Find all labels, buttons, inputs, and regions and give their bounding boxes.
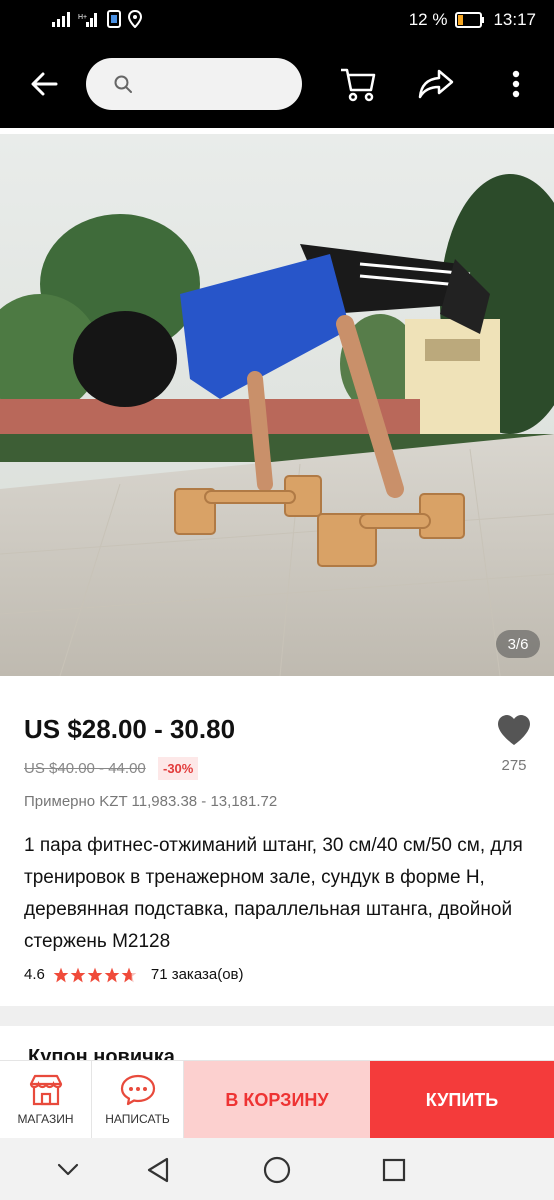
buy-now-button[interactable]: КУПИТЬ <box>370 1061 554 1139</box>
battery-percent: 12 % <box>408 10 448 29</box>
arrow-left-icon <box>31 72 58 96</box>
bottom-action-bar: МАГАЗИН НАПИСАТЬ В КОРЗИНУ КУПИТЬ <box>0 1060 554 1139</box>
approx-price: Примерно KZT 11,983.38 - 13,181.72 <box>24 793 278 810</box>
system-nav-bar <box>0 1138 554 1200</box>
more-button[interactable] <box>490 58 542 110</box>
share-icon <box>418 69 454 99</box>
product-price: US $28.00 - 30.80 <box>24 714 236 744</box>
nav-recents-button[interactable] <box>376 1152 412 1188</box>
section-divider <box>0 1006 554 1026</box>
status-icons-left: H+ <box>52 10 142 28</box>
nav-home-button[interactable] <box>259 1152 295 1188</box>
product-photo <box>0 134 554 676</box>
top-app-bar <box>0 42 554 128</box>
star-icon <box>104 967 120 982</box>
nav-collapse-button[interactable] <box>50 1152 86 1188</box>
square-recents-icon <box>382 1158 406 1182</box>
store-button[interactable]: МАГАЗИН <box>0 1061 92 1139</box>
status-icons-right: 12 % 13:17 <box>409 10 536 30</box>
message-label: НАПИСАТЬ <box>105 1112 170 1126</box>
discount-badge: -30% <box>158 757 199 780</box>
star-half-icon <box>121 967 137 982</box>
back-button[interactable] <box>18 58 70 110</box>
battery-icon <box>455 12 485 28</box>
clock: 13:17 <box>493 10 536 29</box>
chat-icon <box>120 1074 155 1106</box>
signal-icon <box>52 12 70 27</box>
cart-icon <box>341 68 376 102</box>
signal-4g-icon: H+ <box>78 13 97 27</box>
star-icon <box>70 967 86 982</box>
message-button[interactable]: НАПИСАТЬ <box>92 1061 184 1139</box>
rating-row[interactable]: 4.6 71 заказа(ов) <box>24 966 244 983</box>
store-icon <box>29 1074 62 1106</box>
status-bar: H+ 12 % 13:17 <box>0 0 554 42</box>
cart-button[interactable] <box>332 58 384 110</box>
rating-stars <box>53 967 137 983</box>
store-label: МАГАЗИН <box>17 1112 74 1126</box>
location-icon <box>128 10 142 28</box>
triangle-back-icon <box>147 1157 169 1183</box>
svg-text:H+: H+ <box>78 14 87 21</box>
rating-value: 4.6 <box>24 966 45 983</box>
chevron-down-icon <box>57 1163 79 1176</box>
add-to-cart-button[interactable]: В КОРЗИНУ <box>184 1061 370 1139</box>
image-counter: 3/6 <box>496 630 540 658</box>
star-icon <box>87 967 103 982</box>
product-image[interactable] <box>0 134 554 676</box>
star-icon <box>53 967 69 982</box>
share-button[interactable] <box>410 58 462 110</box>
heart-icon <box>498 715 530 745</box>
search-icon <box>114 75 132 93</box>
search-input[interactable] <box>86 58 302 110</box>
more-vertical-icon <box>512 70 520 98</box>
sim-icon <box>107 10 121 28</box>
wishlist-button[interactable]: 275 <box>494 714 534 774</box>
likes-count: 275 <box>501 757 527 774</box>
orders-count: 71 заказа(ов) <box>150 966 244 983</box>
nav-back-button[interactable] <box>140 1152 176 1188</box>
old-price: US $40.00 - 44.00 <box>24 760 146 777</box>
product-title: 1 пара фитнес-отжиманий штанг, 30 см/40 … <box>24 835 523 952</box>
circle-home-icon <box>263 1156 291 1184</box>
